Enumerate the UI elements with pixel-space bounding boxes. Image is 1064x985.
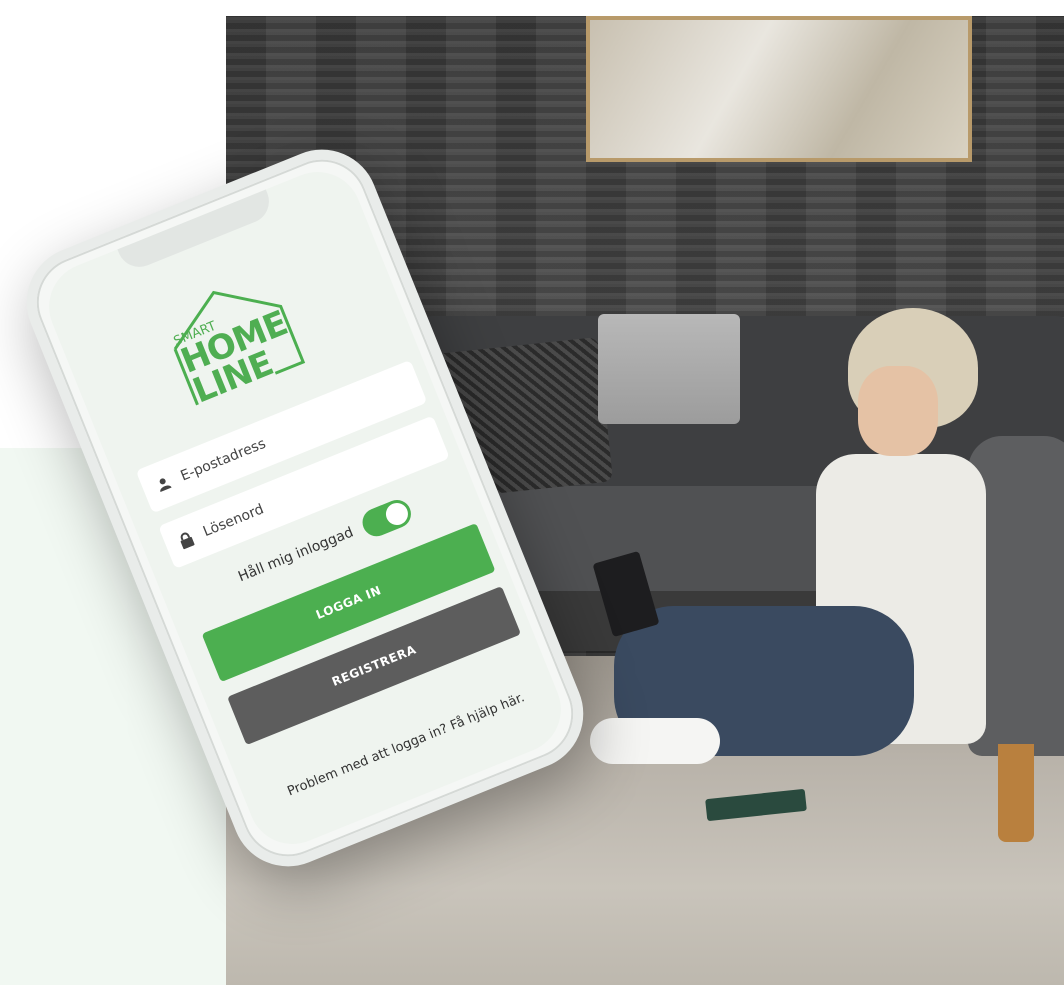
user-icon	[155, 474, 177, 494]
armchair-leg	[998, 744, 1034, 842]
lock-icon	[177, 528, 200, 550]
remember-me-toggle[interactable]	[358, 495, 416, 541]
phone-notch	[115, 185, 276, 274]
toggle-knob	[382, 499, 412, 529]
person-shoe	[590, 718, 720, 764]
person-face	[858, 366, 938, 456]
password-placeholder: Lösenord	[200, 501, 267, 541]
email-placeholder: E-postadress	[178, 435, 269, 485]
wall-painting	[586, 16, 972, 162]
smart-home-line-logo: SMART HOME LINE	[151, 263, 313, 414]
sofa-throw-blanket	[598, 314, 740, 424]
